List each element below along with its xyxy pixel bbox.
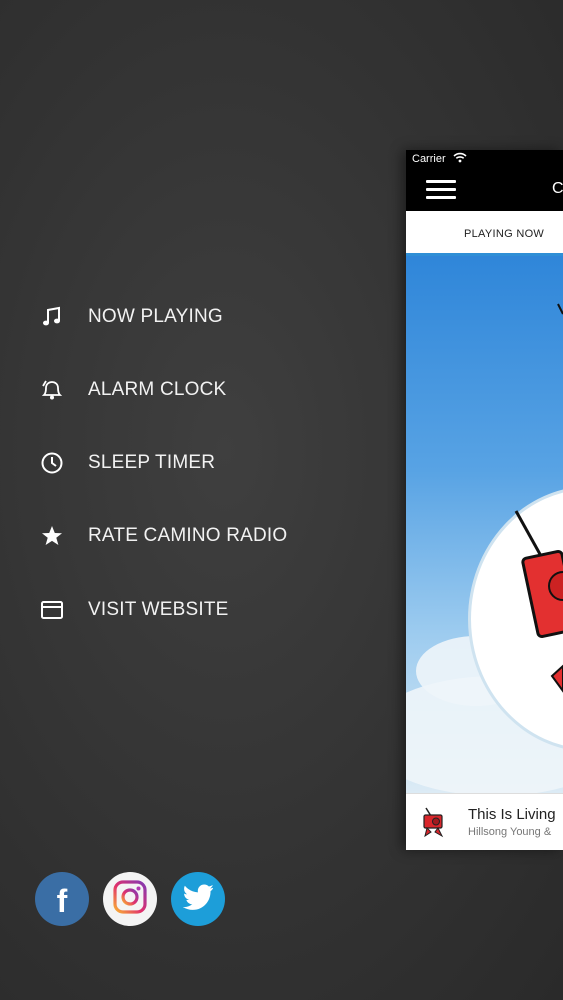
menu-item-label: SLEEP TIMER [88,452,216,473]
menu-item-label: VISIT WEBSITE [88,599,229,620]
instagram-icon [112,879,148,920]
facebook-button[interactable]: f [35,872,89,926]
carrier-label: Carrier [412,153,446,165]
clock-icon [38,449,66,477]
social-links: f [35,872,225,926]
menu-item-label: NOW PLAYING [88,306,223,327]
artist-name: Hillsong Young & [468,826,552,838]
app-preview-panel[interactable]: Carrier C PLAYING NOW This Is Living Hil… [406,150,563,850]
radio-logo-icon [514,303,563,693]
radio-thumbnail-icon [420,806,448,838]
twitter-icon [182,884,214,915]
hamburger-menu-icon[interactable] [426,180,456,200]
mini-player[interactable]: This Is Living Hillsong Young & [406,793,563,850]
menu-item-label: RATE CAMINO RADIO [88,525,288,546]
bell-icon [38,376,66,404]
music-note-icon [38,303,66,331]
menu-item-now-playing[interactable]: NOW PLAYING [38,297,223,337]
tab-playing-now[interactable]: PLAYING NOW [464,228,544,240]
twitter-button[interactable] [171,872,225,926]
browser-window-icon [38,596,66,624]
menu-item-sleep-timer[interactable]: SLEEP TIMER [38,443,215,483]
album-art-area [406,256,563,793]
menu-item-visit-website[interactable]: VISIT WEBSITE [38,590,228,630]
menu-item-label: ALARM CLOCK [88,379,227,400]
song-title: This Is Living [468,806,556,823]
app-nav-bar: C [406,168,563,211]
menu-item-rate[interactable]: RATE CAMINO RADIO [38,516,287,556]
star-icon [38,522,66,550]
tab-bar: PLAYING NOW [406,211,563,256]
facebook-icon: f [56,882,68,919]
wifi-icon [453,152,467,166]
menu-item-alarm-clock[interactable]: ALARM CLOCK [38,370,226,410]
app-title: C [552,180,563,197]
status-bar: Carrier [406,150,563,168]
instagram-button[interactable] [103,872,157,926]
